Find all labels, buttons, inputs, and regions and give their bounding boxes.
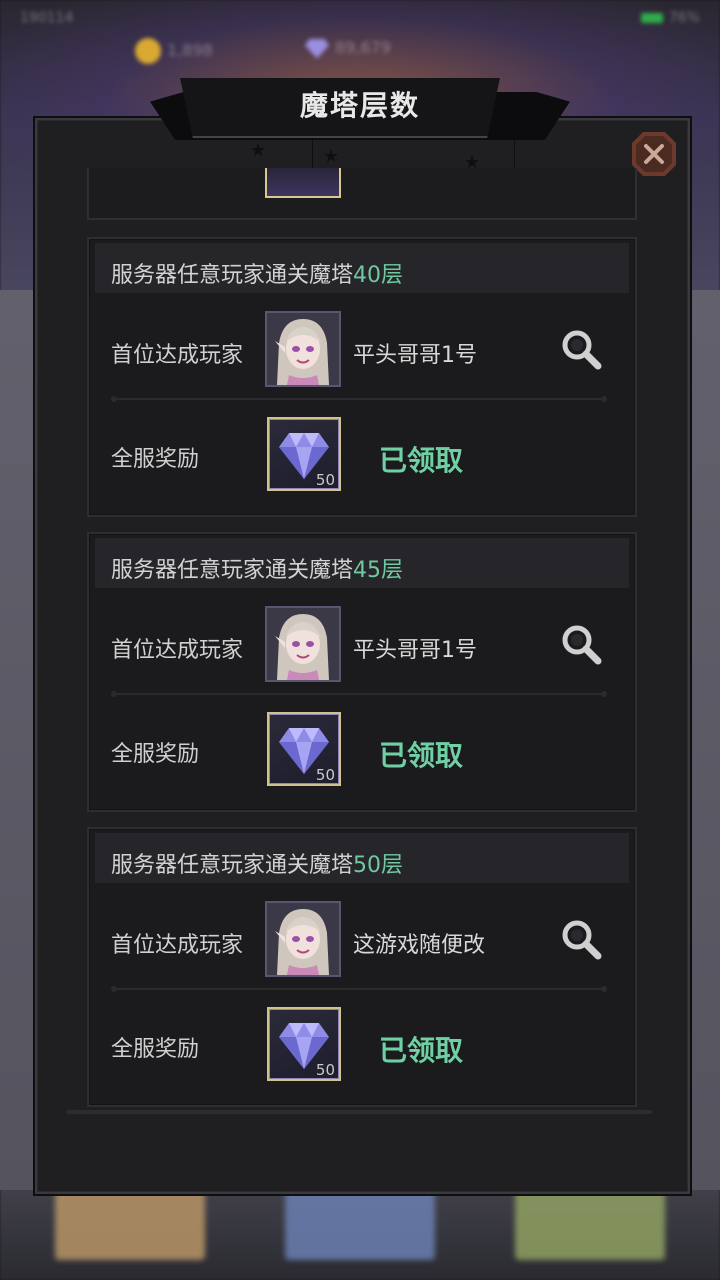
battery-percent: 76% [668, 10, 700, 26]
player-avatar[interactable] [265, 606, 341, 682]
title-prefix: 服务器任意玩家通关魔塔 [111, 558, 354, 583]
reward-icon-partial [265, 168, 341, 198]
floor-suffix: 层 [381, 263, 404, 288]
card-header: 服务器任意玩家通关魔塔45层 [95, 538, 629, 588]
gold-amount: 1,898 [167, 40, 213, 60]
floor-suffix: 层 [381, 853, 404, 878]
gold-resource: 1,898 [135, 38, 213, 68]
player-avatar[interactable] [265, 311, 341, 387]
floor-number: 50 [353, 853, 382, 878]
record-card: 服务器任意玩家通关魔塔50层 首位达成玩家 这游戏随便改 全服奖励 50 已领取 [87, 827, 637, 1107]
floor-number: 45 [353, 558, 382, 583]
search-icon[interactable] [559, 917, 603, 961]
reward-count: 50 [315, 471, 335, 489]
gem-icon [305, 38, 329, 59]
first-player-label: 首位达成玩家 [111, 933, 244, 958]
gem-reward-item[interactable]: 50 [267, 1007, 341, 1081]
panel-bottom-edge [67, 1110, 652, 1114]
reward-count: 50 [315, 766, 335, 784]
gold-coin-icon [135, 38, 161, 64]
card-title: 服务器任意玩家通关魔塔40层 [111, 257, 403, 289]
record-card-partial [87, 168, 637, 220]
status-left-text: 190114 [20, 10, 74, 26]
status-right: 76% [640, 10, 700, 26]
claimed-status: 已领取 [379, 739, 464, 772]
first-player-label: 首位达成玩家 [111, 343, 244, 368]
floor-suffix: 层 [381, 558, 404, 583]
decor-string [312, 140, 313, 170]
status-bar: 190114 76% [0, 0, 720, 40]
battery-icon [640, 13, 663, 23]
search-icon[interactable] [559, 327, 603, 371]
claimed-status: 已领取 [379, 444, 464, 477]
card-header: 服务器任意玩家通关魔塔50层 [95, 833, 629, 883]
divider [111, 986, 607, 992]
divider [111, 396, 607, 402]
star-decor-icon: ★ [250, 140, 267, 161]
gem-amount: 89,679 [335, 38, 391, 57]
server-reward-label: 全服奖励 [111, 742, 200, 767]
first-player-label: 首位达成玩家 [111, 638, 244, 663]
search-icon[interactable] [559, 622, 603, 666]
gem-reward-item[interactable]: 50 [267, 712, 341, 786]
star-decor-icon: ★ [323, 146, 340, 167]
gem-reward-item[interactable]: 50 [267, 417, 341, 491]
dialog-title: 魔塔层数 [299, 89, 420, 122]
title-prefix: 服务器任意玩家通关魔塔 [111, 853, 354, 878]
server-reward-label: 全服奖励 [111, 1037, 200, 1062]
player-name: 平头哥哥1号 [353, 638, 477, 663]
card-header: 服务器任意玩家通关魔塔40层 [95, 243, 629, 293]
claimed-status: 已领取 [379, 1034, 464, 1067]
gem-resource: 89,679 [305, 38, 391, 68]
player-avatar[interactable] [265, 901, 341, 977]
player-name: 这游戏随便改 [353, 933, 486, 958]
card-title: 服务器任意玩家通关魔塔45层 [111, 552, 403, 584]
title-prefix: 服务器任意玩家通关魔塔 [111, 263, 354, 288]
card-title: 服务器任意玩家通关魔塔50层 [111, 847, 403, 879]
reward-count: 50 [315, 1061, 335, 1079]
background-side-left [0, 290, 40, 1190]
server-reward-label: 全服奖励 [111, 447, 200, 472]
floor-number: 40 [353, 263, 382, 288]
record-card: 服务器任意玩家通关魔塔40层 首位达成玩家 平头哥哥1号 全服奖励 50 已领取 [87, 237, 637, 517]
record-card: 服务器任意玩家通关魔塔45层 首位达成玩家 平头哥哥1号 全服奖励 50 已领取 [87, 532, 637, 812]
close-x-icon [636, 136, 672, 172]
player-name: 平头哥哥1号 [353, 343, 477, 368]
close-button[interactable] [632, 132, 676, 176]
divider [111, 691, 607, 697]
